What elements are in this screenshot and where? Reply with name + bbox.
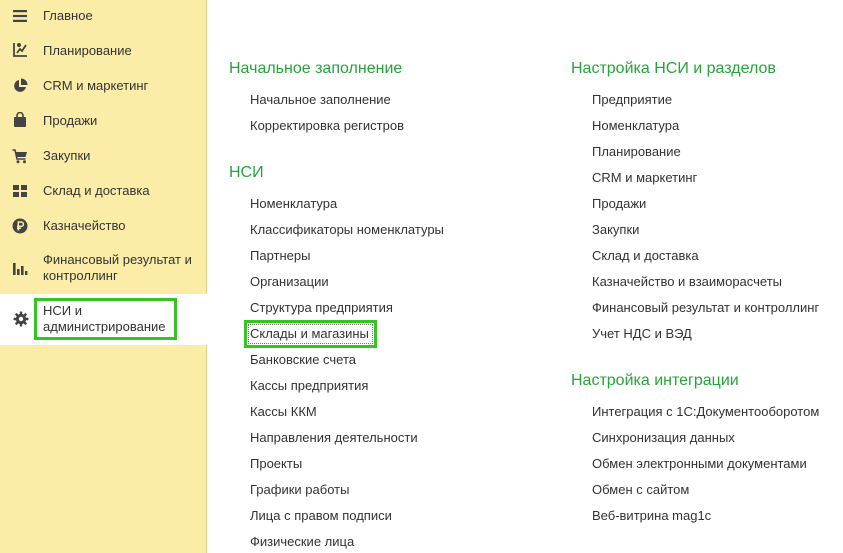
sidebar-item-crm[interactable]: CRM и маркетинг bbox=[0, 70, 207, 102]
gear-icon bbox=[13, 311, 29, 327]
sidebar-item-label: Казначейство bbox=[43, 218, 126, 233]
link-nomenclature-classifiers[interactable]: Классификаторы номенклатуры bbox=[250, 222, 444, 238]
link-settings-purchases[interactable]: Закупки bbox=[592, 222, 639, 238]
link-data-sync[interactable]: Синхронизация данных bbox=[592, 430, 735, 446]
menu-lines-icon bbox=[12, 8, 28, 24]
link-docflow-integration[interactable]: Интеграция с 1С:Документооборотом bbox=[592, 404, 819, 420]
link-settings-sales[interactable]: Продажи bbox=[592, 196, 646, 212]
main-content: Начальное заполнение Начальное заполнени… bbox=[207, 0, 843, 553]
active-item-highlight bbox=[34, 298, 177, 340]
link-settings-nomenclature[interactable]: Номенклатура bbox=[592, 118, 679, 134]
link-settings-crm[interactable]: CRM и маркетинг bbox=[592, 170, 697, 186]
link-nomenclature[interactable]: Номенклатура bbox=[250, 196, 337, 212]
sidebar-item-purchases[interactable]: Закупки bbox=[0, 140, 207, 172]
bar-chart-icon bbox=[12, 261, 28, 277]
pie-chart-icon bbox=[12, 78, 28, 94]
link-partners[interactable]: Партнеры bbox=[250, 248, 310, 264]
link-web-showcase[interactable]: Веб-витрина mag1c bbox=[592, 508, 711, 524]
link-work-schedules[interactable]: Графики работы bbox=[250, 482, 349, 498]
link-enterprise-structure[interactable]: Структура предприятия bbox=[250, 300, 393, 316]
sidebar-item-label: CRM и маркетинг bbox=[43, 78, 149, 93]
link-initial-fill[interactable]: Начальное заполнение bbox=[250, 92, 391, 108]
link-site-exchange[interactable]: Обмен с сайтом bbox=[592, 482, 689, 498]
sidebar-item-treasury[interactable]: Казначейство bbox=[0, 210, 207, 242]
link-settings-warehouse[interactable]: Склад и доставка bbox=[592, 248, 699, 264]
link-settings-treasury[interactable]: Казначейство и взаиморасчеты bbox=[592, 274, 782, 290]
section-title-nsi-settings: Настройка НСИ и разделов bbox=[571, 60, 776, 77]
sidebar-item-label: Закупки bbox=[43, 148, 91, 163]
sidebar-item-warehouse[interactable]: Склад и доставка bbox=[0, 175, 207, 207]
warehouse-grid-icon bbox=[12, 183, 28, 199]
link-warehouses-stores[interactable]: Склады и магазины bbox=[250, 326, 369, 342]
link-signatories[interactable]: Лица с правом подписи bbox=[250, 508, 392, 524]
cart-icon bbox=[12, 148, 28, 164]
sidebar-item-finance[interactable]: Финансовый результат и контроллинг bbox=[0, 245, 207, 293]
section-title-nsi: НСИ bbox=[229, 164, 264, 181]
link-edi-exchange[interactable]: Обмен электронными документами bbox=[592, 456, 807, 472]
sidebar-item-label: Планирование bbox=[43, 43, 132, 58]
sidebar-item-label: Продажи bbox=[43, 113, 98, 128]
link-settings-planning[interactable]: Планирование bbox=[592, 144, 681, 160]
link-activity-directions[interactable]: Направления деятельности bbox=[250, 430, 418, 446]
section-title-initial-fill: Начальное заполнение bbox=[229, 60, 403, 77]
link-enterprise[interactable]: Предприятие bbox=[592, 92, 672, 108]
sidebar-item-sales[interactable]: Продажи bbox=[0, 105, 207, 137]
sidebar-item-label: Финансовый результат и контроллинг bbox=[43, 252, 192, 283]
sidebar: Главное Планирование CRM и маркетинг Про… bbox=[0, 0, 207, 553]
link-kkm-cash[interactable]: Кассы ККМ bbox=[250, 404, 317, 420]
link-bank-accounts[interactable]: Банковские счета bbox=[250, 352, 356, 368]
sidebar-item-planning[interactable]: Планирование bbox=[0, 35, 207, 67]
shopping-bag-icon bbox=[12, 112, 28, 128]
section-title-integration: Настройка интеграции bbox=[571, 372, 739, 389]
link-individuals[interactable]: Физические лица bbox=[250, 534, 354, 550]
ruble-coin-icon bbox=[12, 218, 28, 234]
link-enterprise-cash[interactable]: Кассы предприятия bbox=[250, 378, 368, 394]
link-settings-finance[interactable]: Финансовый результат и контроллинг bbox=[592, 300, 819, 316]
sidebar-item-main[interactable]: Главное bbox=[0, 0, 207, 32]
link-projects[interactable]: Проекты bbox=[250, 456, 302, 472]
sidebar-item-label: Склад и доставка bbox=[43, 183, 150, 198]
sidebar-item-label: Главное bbox=[43, 8, 93, 23]
planning-icon bbox=[12, 42, 28, 58]
link-settings-vat[interactable]: Учет НДС и ВЭД bbox=[592, 326, 692, 342]
link-organizations[interactable]: Организации bbox=[250, 274, 329, 290]
link-register-correction[interactable]: Корректировка регистров bbox=[250, 118, 404, 134]
